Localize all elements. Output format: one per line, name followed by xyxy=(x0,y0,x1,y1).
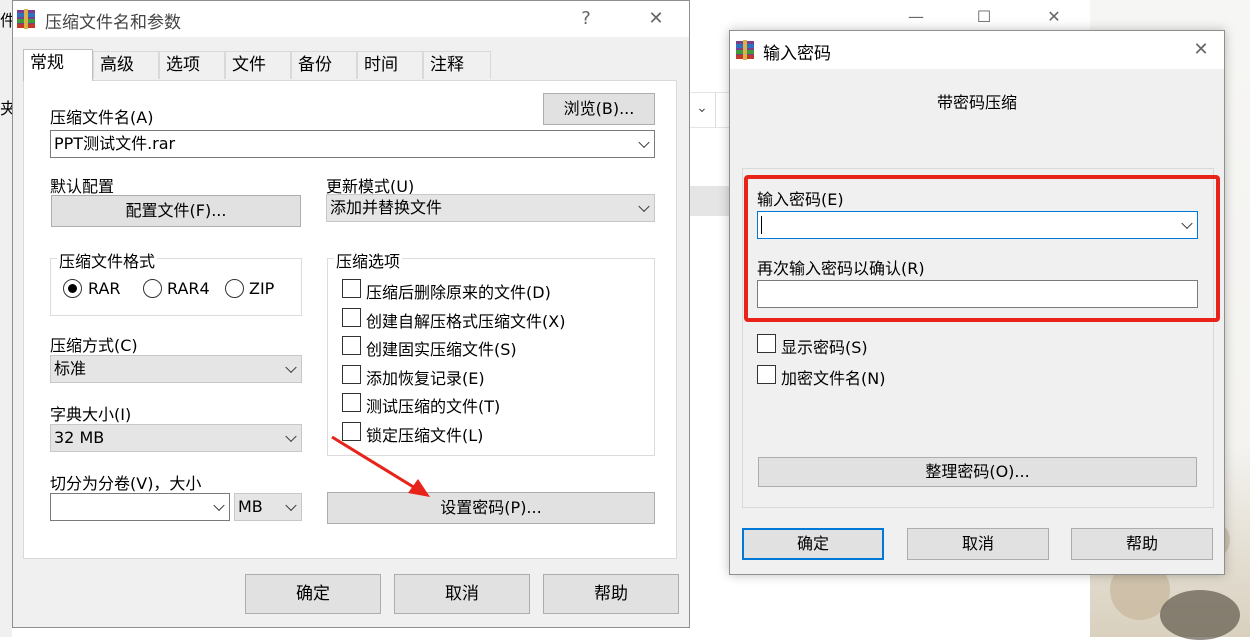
radio-rar-label: RAR xyxy=(88,279,121,298)
tab-advanced[interactable]: 高级 xyxy=(93,51,159,79)
background-chevron-down-icon[interactable]: ⌄ xyxy=(690,96,714,120)
archive-name-value: PPT测试文件.rar xyxy=(54,134,176,153)
archive-name-label: 压缩文件名(A) xyxy=(50,108,154,127)
archive-name-combo[interactable]: PPT测试文件.rar xyxy=(50,130,655,158)
radio-rar[interactable] xyxy=(63,279,82,298)
title-bar: 压缩文件名和参数 ? ✕ xyxy=(13,1,689,37)
chevron-down-icon xyxy=(1181,217,1193,230)
split-size-combo[interactable] xyxy=(50,493,230,521)
checkbox-show-password[interactable] xyxy=(757,334,776,353)
password-help-button[interactable]: 帮助 xyxy=(1071,528,1213,560)
radio-zip-label: ZIP xyxy=(249,279,275,298)
method-value: 标准 xyxy=(54,359,87,378)
background-divider xyxy=(715,92,716,128)
split-unit-value: MB xyxy=(238,497,263,516)
option-solid-label: 创建固实压缩文件(S) xyxy=(366,340,517,359)
dict-label: 字典大小(I) xyxy=(50,405,132,424)
tab-backup[interactable]: 备份 xyxy=(291,51,357,79)
split-unit-select[interactable]: MB xyxy=(234,493,302,521)
option-recovery-label: 添加恢复记录(E) xyxy=(366,369,485,388)
chevron-down-icon xyxy=(285,499,297,512)
password-dialog-title: 输入密码 xyxy=(763,44,831,64)
chevron-down-icon xyxy=(213,499,225,512)
tab-files[interactable]: 文件 xyxy=(225,51,291,79)
update-mode-value: 添加并替换文件 xyxy=(330,198,443,217)
profiles-button[interactable]: 配置文件(F)... xyxy=(51,195,301,227)
tab-options[interactable]: 选项 xyxy=(159,51,225,79)
radio-rar4-label: RAR4 xyxy=(167,279,210,298)
password-history-dropdown[interactable] xyxy=(1173,212,1197,238)
cancel-button[interactable]: 取消 xyxy=(394,574,530,614)
background-close-icon[interactable]: ✕ xyxy=(1043,6,1065,28)
radio-zip[interactable] xyxy=(225,279,244,298)
close-icon[interactable]: ✕ xyxy=(1186,36,1216,64)
text-caret xyxy=(761,216,762,234)
chevron-down-icon xyxy=(285,361,297,374)
method-select[interactable]: 标准 xyxy=(50,355,302,383)
format-group-title: 压缩文件格式 xyxy=(57,248,158,272)
checkbox-delete-after[interactable] xyxy=(342,279,361,298)
options-group-title: 压缩选项 xyxy=(334,248,403,272)
help-button[interactable]: 帮助 xyxy=(543,574,679,614)
option-sfx-label: 创建自解压格式压缩文件(X) xyxy=(366,312,566,331)
password-ok-button[interactable]: 确定 xyxy=(742,528,884,560)
tab-comment[interactable]: 注释 xyxy=(423,51,491,79)
chevron-down-icon xyxy=(638,200,650,213)
confirm-password-label: 再次输入密码以确认(R) xyxy=(757,259,925,278)
organize-passwords-button[interactable]: 整理密码(O)... xyxy=(758,457,1197,487)
encrypt-names-label: 加密文件名(N) xyxy=(781,369,886,388)
chevron-down-icon xyxy=(285,430,297,443)
background-minimize-icon[interactable]: — xyxy=(905,6,927,28)
radio-rar4[interactable] xyxy=(143,279,162,298)
archive-parameters-dialog: 压缩文件名和参数 ? ✕ 常规 高级 选项 文件 备份 时间 注释 压缩文件名(… xyxy=(12,0,690,628)
dict-select[interactable]: 32 MB xyxy=(50,424,302,452)
dialog-title: 压缩文件名和参数 xyxy=(45,13,181,33)
password-cancel-button[interactable]: 取消 xyxy=(907,528,1049,560)
show-password-label: 显示密码(S) xyxy=(781,338,868,357)
chevron-down-icon xyxy=(638,136,650,149)
tab-time[interactable]: 时间 xyxy=(357,51,423,79)
winrar-icon xyxy=(736,40,754,60)
checkbox-test[interactable] xyxy=(342,393,361,412)
checkbox-encrypt-names[interactable] xyxy=(757,365,776,384)
default-profile-label: 默认配置 xyxy=(50,177,115,196)
enter-password-label: 输入密码(E) xyxy=(757,190,844,209)
browse-button[interactable]: 浏览(B)... xyxy=(543,93,655,125)
method-label: 压缩方式(C) xyxy=(50,336,138,355)
checkbox-solid[interactable] xyxy=(342,336,361,355)
ok-button[interactable]: 确定 xyxy=(245,574,381,614)
help-icon[interactable]: ? xyxy=(571,5,601,33)
password-title-bar: 输入密码 ✕ xyxy=(730,31,1224,69)
update-mode-select[interactable]: 添加并替换文件 xyxy=(326,194,655,222)
password-heading: 带密码压缩 xyxy=(936,93,1017,112)
winrar-icon xyxy=(17,9,35,29)
checkbox-recovery[interactable] xyxy=(342,365,361,384)
dict-value: 32 MB xyxy=(54,428,105,447)
annotation-arrow xyxy=(331,435,430,497)
close-icon[interactable]: ✕ xyxy=(641,5,671,33)
option-delete-after-label: 压缩后删除原来的文件(D) xyxy=(366,283,551,302)
background-maximize-icon[interactable]: ☐ xyxy=(973,6,995,28)
enter-password-input[interactable] xyxy=(757,211,1198,239)
split-label: 切分为分卷(V)，大小 xyxy=(50,474,202,493)
password-dialog: 输入密码 ✕ 带密码压缩 输入密码(E) 再次输入密码以确认(R) 显示密码(S… xyxy=(729,30,1225,575)
option-test-label: 测试压缩的文件(T) xyxy=(366,397,501,416)
checkbox-sfx[interactable] xyxy=(342,308,361,327)
confirm-password-input[interactable] xyxy=(757,280,1198,308)
tab-general[interactable]: 常规 xyxy=(23,49,93,81)
format-group: 压缩文件格式 RAR RAR4 ZIP xyxy=(50,248,302,316)
